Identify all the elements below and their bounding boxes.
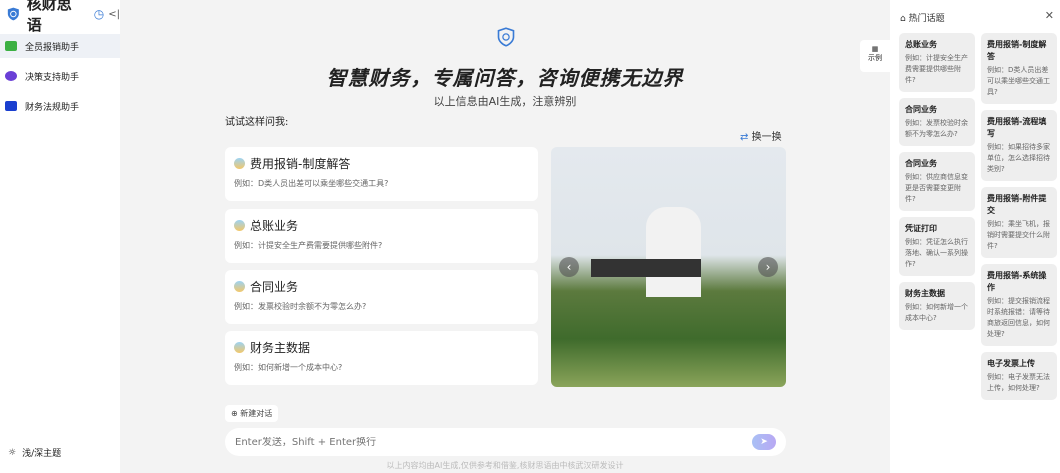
reimbursement-icon [5,41,17,51]
topic-desc: 例如：发票校验时余额不为零怎么办? [905,119,968,138]
sun-icon: ☼ [8,447,17,458]
decision-icon [5,71,17,81]
topic-icon [234,281,245,292]
topic-card[interactable]: 合同业务例如：供应商信息变更是否需要变更附件? [899,152,975,211]
grid-icon: ▦ [871,45,879,53]
suggestion-card[interactable]: 总账业务例如：计提安全生产费需要提供哪些附件? [225,209,538,263]
gate-shape [591,259,701,277]
panel-title: ⌂ 热门话题 [900,11,945,24]
chat-input-box: ➤ [225,428,786,456]
topic-column: 费用报销-制度解答 例如：D类人员出差可以乘坐哪些交通工具? 费用报销-流程填写例… [981,33,1057,406]
card-desc: 例如：计提安全生产费需要提供哪些附件? [234,241,383,250]
theme-toggle[interactable]: ☼ 浅/深主题 [8,446,62,460]
topic-icon [234,342,245,353]
topic-title: 费用报销-附件提交 [987,194,1047,215]
topic-card[interactable]: 财务主数据例如：如何新增一个成本中心? [899,282,975,330]
card-title: 费用报销-制度解答 [250,157,351,171]
shield-logo-icon [7,7,19,21]
card-title: 合同业务 [250,280,299,294]
card-desc: 例如：如何新增一个成本中心? [234,363,343,372]
card-title: 财务主数据 [250,341,311,355]
topic-desc: 例如：电子发票无法上传，如何处理? [987,373,1050,392]
topic-title: 合同业务 [905,105,937,114]
topic-desc: 例如：D类人员出差可以乘坐哪些交通工具? [987,66,1050,96]
topic-desc: 例如：如果招待多家单位，怎么选择招待类别? [987,143,1050,173]
example-toggle[interactable]: ▦ 示例 [860,40,890,72]
close-panel-button[interactable]: ✕ [1045,9,1054,22]
history-icon[interactable]: ◷ [94,7,104,21]
topic-desc: 例如：提交报销流程时系统报错：请等待商旅返回信息，如何处理? [987,297,1050,338]
new-chat-label: 新建对话 [240,409,273,418]
chat-input[interactable] [235,436,635,448]
topic-card[interactable]: 费用报销-系统操作例如：提交报销流程时系统报错：请等待商旅返回信息，如何处理? [981,264,1057,346]
sidebar-item-label: 财务法规助手 [25,102,80,113]
hot-topics-panel: ⌂ 热门话题 ✕ 总账业务 例如：计提安全生产费需要提供哪些附件? 合同业务 例如：… [890,0,1060,473]
send-button[interactable]: ➤ [752,434,776,450]
try-label: 试试这样问我: [225,117,289,128]
plus-circle-icon: ⊕ [231,409,238,418]
sidebar-item-regulation[interactable]: 财务法规助手 [0,94,120,118]
topic-title: 财务主数据 [905,289,945,298]
topic-card[interactable]: 电子发票上传例如：电子发票无法上传，如何处理? [981,352,1057,400]
sidebar-item-label: 决策支持助手 [25,72,80,83]
topic-title: 电子发票上传 [987,359,1035,368]
topic-card[interactable]: 费用报销-流程填写例如：如果招待多家单位，怎么选择招待类别? [981,110,1057,181]
suggestion-card[interactable]: 费用报销-制度解答例如：D类人员出差可以乘坐哪些交通工具? [225,147,538,201]
example-label: 示例 [868,54,882,62]
topic-title: 凭证打印 [905,224,937,233]
topic-card[interactable]: 凭证打印例如：凭证怎么执行落地、确认一系列操作? [899,217,975,276]
card-desc: 例如：D类人员出差可以乘坐哪些交通工具? [234,179,389,188]
swap-icon: ⇄ [740,132,749,143]
wallet-icon [5,101,17,111]
carousel-image: ‹ › [551,147,786,387]
suggestion-card[interactable]: 财务主数据例如：如何新增一个成本中心? [225,331,538,385]
topic-icon [234,220,245,231]
topic-desc: 例如：供应商信息变更是否需要变更附件? [905,173,968,203]
card-desc: 例如：发票校验时余额不为零怎么办? [234,302,367,311]
topic-desc: 例如：凭证怎么执行落地、确认一系列操作? [905,238,968,268]
panel-title-text: 热门话题 [908,14,945,24]
bank-icon: ⌂ [900,14,906,24]
topic-desc: 例如：乘坐飞机，报销时需要提交什么附件? [987,220,1050,250]
main: 智慧财务，专属问答，咨询便携无边界 以上信息由AI生成，注意辨别 试试这样问我:… [120,0,890,473]
topic-card[interactable]: 费用报销-制度解答例如：D类人员出差可以乘坐哪些交通工具? [981,33,1057,104]
building-shape [646,207,701,297]
suggestion-card[interactable]: 合同业务例如：发票校验时余额不为零怎么办? [225,270,538,324]
app-logo: 核财思语 ◷ <| [0,0,120,34]
topic-title: 费用报销-制度解答 [987,40,1047,61]
carousel-next-button[interactable]: › [758,257,778,277]
topic-column: 总账业务 例如：计提安全生产费需要提供哪些附件? 合同业务 例如：发票校验时余额不为… [899,33,975,336]
topic-icon [234,158,245,169]
topic-card[interactable]: 总账业务例如：计提安全生产费需要提供哪些附件? [899,33,975,92]
collapse-sidebar-icon[interactable]: <| [108,9,120,20]
theme-label: 浅/深主题 [22,449,62,459]
new-chat-button[interactable]: ⊕ 新建对话 [225,405,279,422]
topic-title: 合同业务 [905,159,937,168]
topic-title: 费用报销-系统操作 [987,271,1047,292]
sidebar: 核财思语 ◷ <| 全员报销助手 决策支持助手 财务法规助手 ☼ 浅/深主题 [0,0,120,473]
carousel-prev-button[interactable]: ‹ [559,257,579,277]
card-title: 总账业务 [250,219,299,233]
shield-logo-icon [497,27,515,47]
topic-desc: 例如：计提安全生产费需要提供哪些附件? [905,54,968,84]
topic-title: 费用报销-流程填写 [987,117,1047,138]
topic-title: 总账业务 [905,40,937,49]
page-title: 智慧财务，专属问答，咨询便携无边界 [326,66,684,90]
topic-desc: 例如：如何新增一个成本中心? [905,303,968,322]
page-subtitle: 以上信息由AI生成，注意辨别 [433,95,577,108]
sidebar-item-reimbursement[interactable]: 全员报销助手 [0,34,120,58]
sidebar-item-label: 全员报销助手 [25,42,80,53]
topic-card[interactable]: 合同业务例如：发票校验时余额不为零怎么办? [899,98,975,146]
refresh-label: 换一换 [751,132,782,143]
footer-note: 以上内容均由AI生成,仅供参考和借鉴,核财思语由中核武汉研发设计 [386,461,624,470]
refresh-button[interactable]: ⇄ 换一换 [740,128,782,143]
topic-card[interactable]: 费用报销-附件提交例如：乘坐飞机，报销时需要提交什么附件? [981,187,1057,258]
app-name: 核财思语 [26,0,72,34]
sidebar-item-decision[interactable]: 决策支持助手 [0,64,120,88]
